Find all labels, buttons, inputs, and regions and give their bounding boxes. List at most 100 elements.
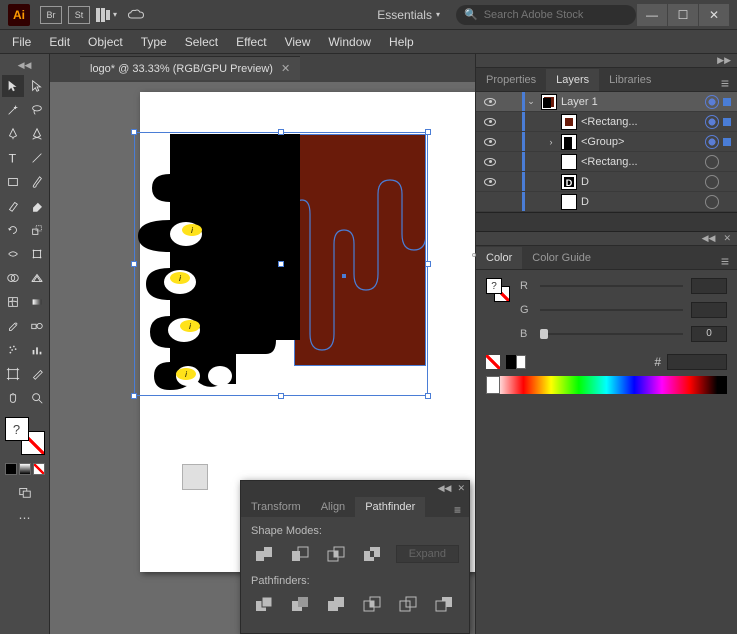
target-icon[interactable]: [705, 155, 719, 169]
fill-stroke-swatch[interactable]: ?: [5, 417, 45, 455]
shape-builder-tool[interactable]: [2, 267, 24, 289]
menu-file[interactable]: File: [12, 35, 31, 49]
free-transform-tool[interactable]: [26, 243, 48, 265]
outline-button[interactable]: [395, 593, 421, 615]
fill-swatch[interactable]: ?: [5, 417, 29, 441]
layer-row[interactable]: D D: [476, 172, 737, 192]
selection-indicator[interactable]: [723, 178, 731, 186]
visibility-toggle-icon[interactable]: [484, 118, 496, 126]
merge-button[interactable]: [323, 593, 349, 615]
selection-indicator[interactable]: [723, 158, 731, 166]
tab-layers[interactable]: Layers: [546, 69, 599, 91]
pen-tool[interactable]: [2, 123, 24, 145]
scale-tool[interactable]: [26, 219, 48, 241]
selection-indicator[interactable]: [723, 138, 731, 146]
layer-name-label[interactable]: D: [581, 176, 701, 188]
selection-handle[interactable]: [131, 261, 137, 267]
layer-name-label[interactable]: D: [581, 196, 701, 208]
gradient-mode-button[interactable]: [19, 463, 31, 475]
minimize-button[interactable]: —: [637, 4, 667, 26]
symbol-sprayer-tool[interactable]: [2, 339, 24, 361]
selection-indicator[interactable]: [723, 118, 731, 126]
disclosure-icon[interactable]: ⌄: [525, 96, 537, 107]
selection-handle[interactable]: [425, 261, 431, 267]
rectangle-tool[interactable]: [2, 171, 24, 193]
hex-input[interactable]: [667, 354, 727, 370]
red-value-input[interactable]: [691, 278, 727, 294]
layer-row[interactable]: › <Group>: [476, 132, 737, 152]
line-tool[interactable]: [26, 147, 48, 169]
document-tab[interactable]: logo* @ 33.33% (RGB/GPU Preview) ✕: [80, 56, 300, 80]
width-tool[interactable]: [2, 243, 24, 265]
menu-window[interactable]: Window: [328, 35, 371, 49]
layer-name-label[interactable]: <Rectang...: [581, 116, 701, 128]
dock-collapse-icon[interactable]: ◀◀: [702, 233, 716, 244]
panel-close-icon[interactable]: ✕: [723, 233, 731, 244]
direct-selection-tool[interactable]: [26, 75, 48, 97]
search-input[interactable]: [484, 9, 628, 21]
color-mode-button[interactable]: [5, 463, 17, 475]
stock-button[interactable]: St: [68, 6, 90, 24]
paintbrush-tool[interactable]: [26, 171, 48, 193]
selection-handle[interactable]: [131, 393, 137, 399]
lasso-tool[interactable]: [26, 99, 48, 121]
gradient-tool[interactable]: [26, 291, 48, 313]
red-slider[interactable]: [540, 285, 683, 287]
target-icon[interactable]: [705, 175, 719, 189]
visibility-toggle-icon[interactable]: [484, 158, 496, 166]
selection-indicator[interactable]: [723, 198, 731, 206]
perspective-grid-tool[interactable]: [26, 267, 48, 289]
selection-handle[interactable]: [131, 129, 137, 135]
target-icon[interactable]: [705, 195, 719, 209]
color-fill-stroke-swatch[interactable]: [486, 278, 510, 302]
blend-tool[interactable]: [26, 315, 48, 337]
tab-properties[interactable]: Properties: [476, 69, 546, 91]
curvature-tool[interactable]: [26, 123, 48, 145]
selection-handle[interactable]: [278, 393, 284, 399]
layer-row[interactable]: <Rectang...: [476, 112, 737, 132]
tab-pathfinder[interactable]: Pathfinder: [355, 497, 425, 517]
selection-handle[interactable]: [425, 129, 431, 135]
minus-front-button[interactable]: [287, 543, 313, 565]
tab-align[interactable]: Align: [311, 497, 355, 517]
layer-name-label[interactable]: <Group>: [581, 136, 701, 148]
menu-object[interactable]: Object: [88, 35, 123, 49]
target-icon[interactable]: [705, 135, 719, 149]
layers-panel-menu-icon[interactable]: ≡: [713, 75, 737, 91]
green-slider[interactable]: [540, 309, 683, 311]
divide-button[interactable]: [251, 593, 277, 615]
trim-button[interactable]: [287, 593, 313, 615]
expand-button[interactable]: Expand: [396, 545, 459, 563]
eraser-tool[interactable]: [26, 195, 48, 217]
tab-color[interactable]: Color: [486, 252, 512, 264]
target-icon[interactable]: [705, 95, 719, 109]
selection-indicator[interactable]: [723, 98, 731, 106]
bw-swatch[interactable]: [506, 355, 526, 369]
search-stock-field[interactable]: 🔍: [456, 5, 636, 25]
panel-collapse-icon[interactable]: ◀◀: [438, 483, 452, 494]
layer-row[interactable]: D: [476, 192, 737, 212]
close-button[interactable]: ✕: [699, 4, 729, 26]
menu-select[interactable]: Select: [185, 35, 218, 49]
panel-close-icon[interactable]: ✕: [457, 483, 465, 494]
menu-type[interactable]: Type: [141, 35, 167, 49]
panel-menu-icon[interactable]: ≡: [446, 503, 469, 517]
visibility-toggle-icon[interactable]: [484, 138, 496, 146]
green-value-input[interactable]: [691, 302, 727, 318]
shaper-tool[interactable]: [2, 195, 24, 217]
none-color-icon[interactable]: [486, 355, 500, 369]
exclude-button[interactable]: [359, 543, 385, 565]
workspace-switcher[interactable]: Essentials ▾: [377, 8, 440, 22]
menu-view[interactable]: View: [285, 35, 311, 49]
selection-tool[interactable]: [2, 75, 24, 97]
artwork-small-square[interactable]: [182, 464, 208, 490]
none-mode-button[interactable]: [33, 463, 45, 475]
layer-name-label[interactable]: <Rectang...: [581, 156, 701, 168]
visibility-toggle-icon[interactable]: [484, 98, 496, 106]
menu-effect[interactable]: Effect: [236, 35, 266, 49]
disclosure-icon[interactable]: ›: [545, 137, 557, 147]
dock-collapse-icon[interactable]: ▶▶: [717, 55, 731, 66]
close-tab-icon[interactable]: ✕: [281, 62, 290, 75]
mesh-tool[interactable]: [2, 291, 24, 313]
tab-color-guide[interactable]: Color Guide: [522, 247, 601, 269]
